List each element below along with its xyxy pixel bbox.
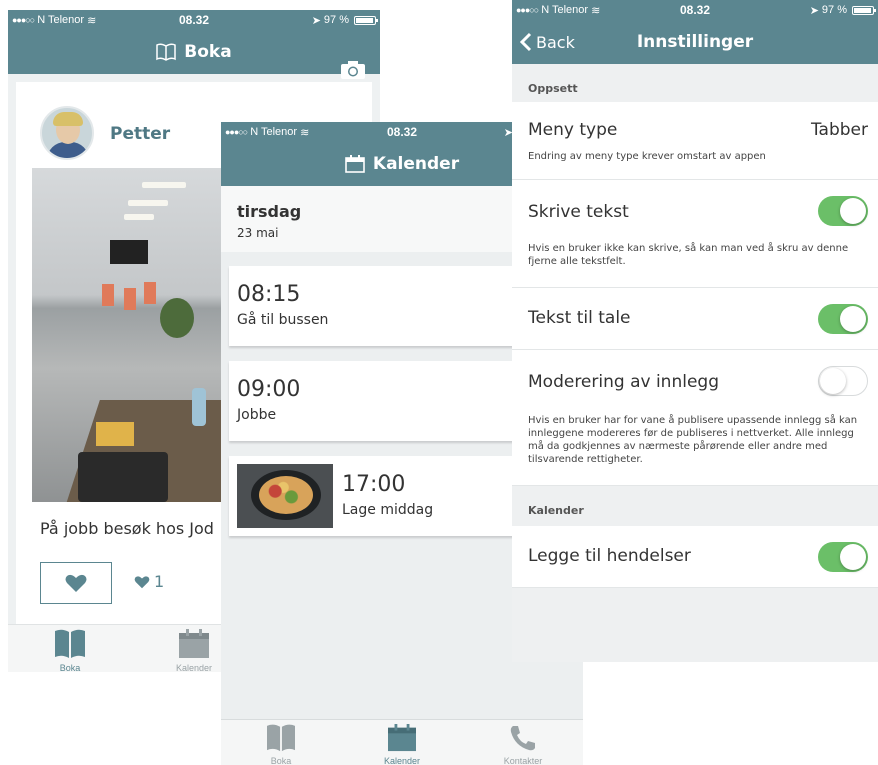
calendar-icon (179, 629, 209, 658)
post-author[interactable]: Petter (110, 124, 170, 144)
tekst-til-tale-toggle[interactable] (818, 304, 868, 334)
day-date: 23 mai (237, 226, 279, 240)
post-text: På jobb besøk hos Jod (40, 519, 214, 538)
setting-label: Tekst til tale (528, 308, 631, 328)
tab-kalender[interactable]: Kalender (362, 724, 442, 765)
tab-boka[interactable]: Boka (30, 629, 110, 672)
setting-description: Hvis en bruker har for vane å publisere … (528, 415, 858, 465)
setting-meny-type[interactable]: Meny type Tabber Endring av meny type kr… (512, 102, 878, 180)
setting-description: Hvis en bruker ikke kan skrive, så kan m… (528, 243, 849, 267)
event-title: Gå til bussen (237, 312, 329, 328)
event-title: Jobbe (237, 407, 277, 423)
status-bar: ●●●○○ N Telenor ≋ 08.32 ➤ 97 % (8, 10, 380, 30)
location-icon: ➤ (809, 4, 819, 17)
camera-icon[interactable] (340, 60, 366, 80)
setting-label: Skrive tekst (528, 202, 629, 222)
like-count: 1 (134, 572, 164, 591)
like-button[interactable] (40, 562, 112, 604)
setting-tekst-til-tale: Tekst til tale (512, 288, 878, 350)
tab-boka[interactable]: Boka (241, 724, 321, 765)
tab-label: Kalender (383, 756, 421, 765)
calendar-icon (345, 155, 365, 173)
section-header-oppsett: Oppsett (528, 82, 578, 95)
skrive-tekst-toggle[interactable] (818, 196, 868, 226)
book-icon (55, 629, 85, 658)
nav-bar: Boka (8, 30, 380, 79)
tab-bar: Boka Kalender Kontakter (221, 719, 583, 765)
tab-kontakter[interactable]: Kontakter (483, 724, 563, 765)
setting-description: Endring av meny type krever omstart av a… (528, 151, 766, 162)
innstillinger-screen: ●●●○○ N Telenor ≋ 08.32 ➤ 97 % Innstillinge… (512, 0, 878, 662)
calendar-icon (388, 724, 416, 752)
heart-icon (65, 574, 87, 592)
setting-label: Moderering av innlegg (528, 372, 719, 392)
page-title: Innstillinger (636, 32, 754, 52)
battery-percent: 97 % (323, 14, 349, 26)
battery-icon (354, 15, 378, 25)
event-time: 17:00 (342, 472, 406, 497)
chevron-left-icon (520, 32, 532, 52)
location-icon: ➤ (311, 14, 321, 27)
event-image (237, 464, 333, 528)
event-time: 09:00 (237, 377, 301, 402)
like-count-value: 1 (154, 572, 165, 591)
setting-legge-til-hendelser: Legge til hendelser (512, 526, 878, 588)
heart-icon (134, 575, 150, 588)
phone-icon (510, 726, 535, 751)
event-time: 08:15 (237, 282, 301, 307)
book-icon (156, 43, 177, 61)
setting-moderering: Moderering av innlegg Hvis en bruker har… (512, 350, 878, 486)
setting-skrive-tekst: Skrive tekst Hvis en bruker ikke kan skr… (512, 180, 878, 288)
tab-label: Kontakter (503, 756, 543, 765)
battery-icon (852, 5, 876, 15)
setting-label: Legge til hendelser (528, 546, 691, 566)
day-name: tirsdag (237, 202, 302, 221)
page-title: Boka (184, 42, 232, 62)
section-header-kalender: Kalender (528, 504, 584, 517)
tab-label: Boka (270, 756, 292, 765)
page-title: Kalender (372, 154, 460, 174)
status-bar: ●●●○○ N Telenor ≋ 08.32 ➤ 97 % (512, 0, 878, 20)
legge-til-toggle[interactable] (818, 542, 868, 572)
avatar[interactable] (40, 106, 94, 160)
event-title: Lage middag (342, 502, 434, 518)
back-button[interactable]: Back (520, 32, 575, 52)
moderering-toggle[interactable] (818, 366, 868, 396)
setting-value[interactable]: Tabber (811, 120, 868, 140)
back-label: Back (536, 32, 575, 52)
battery-percent: 97 % (821, 4, 847, 16)
book-icon (267, 724, 295, 752)
tab-label: Boka (59, 663, 81, 672)
setting-label: Meny type (528, 120, 618, 140)
